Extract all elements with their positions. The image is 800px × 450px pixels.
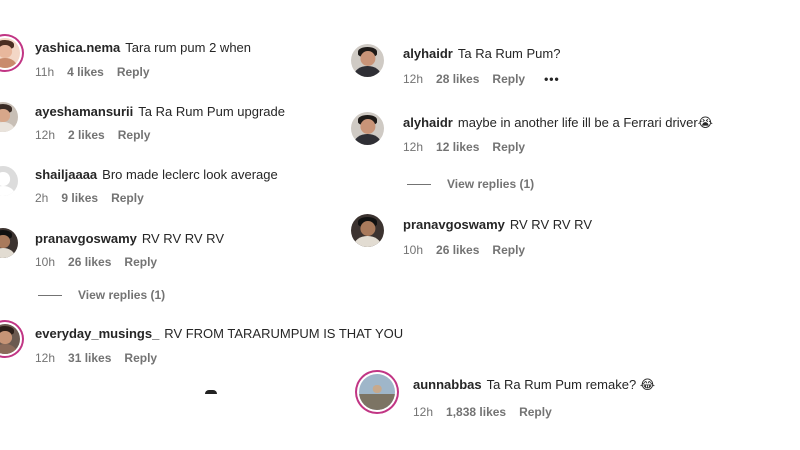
divider <box>38 295 62 297</box>
likes-count[interactable]: 28 likes <box>436 72 479 86</box>
comment-text: Ta Ra Rum Pum? <box>457 46 561 61</box>
reply-button[interactable]: Reply <box>519 405 552 419</box>
comment-text: Bro made leclerc look average <box>102 167 278 182</box>
comment-text: Ta Ra Rum Pum remake? <box>486 377 637 392</box>
likes-count[interactable]: 4 likes <box>67 65 104 79</box>
reply-button[interactable]: Reply <box>492 243 525 257</box>
view-replies-button[interactable]: View replies (1) <box>407 177 534 191</box>
avatar[interactable] <box>0 324 20 354</box>
comment-text: maybe in another life ill be a Ferrari d… <box>457 115 698 130</box>
reply-button[interactable]: Reply <box>492 140 525 154</box>
likes-count[interactable]: 26 likes <box>68 255 111 269</box>
view-replies-button[interactable]: View replies (1) <box>38 288 165 302</box>
more-options-icon[interactable]: ••• <box>544 72 560 86</box>
comment-text: RV RV RV RV <box>509 217 593 232</box>
view-replies-label: View replies (1) <box>447 177 535 191</box>
username[interactable]: alyhaidr <box>403 46 453 61</box>
comment-text: Tara rum pum 2 when <box>125 40 252 55</box>
comment-text: Ta Ra Rum Pum upgrade <box>138 104 285 119</box>
comment-text: RV RV RV RV <box>141 231 225 246</box>
cursor-fragment <box>205 390 217 394</box>
reply-button[interactable]: Reply <box>117 65 150 79</box>
timestamp: 11h <box>35 65 55 79</box>
crying-face-emoji: 😭 <box>697 116 713 131</box>
likes-count[interactable]: 9 likes <box>61 191 98 205</box>
username[interactable]: alyhaidr <box>403 115 453 130</box>
timestamp: 2h <box>35 191 49 205</box>
comment-text: RV FROM TARARUMPUM IS THAT YOU <box>164 326 404 341</box>
reply-button[interactable]: Reply <box>124 255 157 269</box>
avatar[interactable] <box>351 44 384 77</box>
reply-button[interactable]: Reply <box>111 191 144 205</box>
username[interactable]: pranavgoswamy <box>35 231 137 246</box>
username[interactable]: pranavgoswamy <box>403 217 505 232</box>
username[interactable]: yashica.nema <box>35 40 120 55</box>
view-replies-label: View replies (1) <box>78 288 166 302</box>
likes-count[interactable]: 1,838 likes <box>446 405 506 419</box>
likes-count[interactable]: 12 likes <box>436 140 479 154</box>
username[interactable]: aunnabbas <box>413 377 482 392</box>
username[interactable]: ayeshamansurii <box>35 104 133 119</box>
avatar[interactable] <box>0 166 18 196</box>
timestamp: 12h <box>403 140 424 154</box>
likes-count[interactable]: 26 likes <box>436 243 479 257</box>
avatar[interactable] <box>0 102 18 132</box>
reply-button[interactable]: Reply <box>118 128 151 142</box>
avatar[interactable] <box>351 112 384 145</box>
username[interactable]: shailjaaaa <box>35 167 97 182</box>
reply-button[interactable]: Reply <box>492 72 525 86</box>
likes-count[interactable]: 2 likes <box>68 128 105 142</box>
timestamp: 10h <box>403 243 424 257</box>
reply-button[interactable]: Reply <box>124 351 157 365</box>
timestamp: 10h <box>35 255 56 269</box>
timestamp: 12h <box>35 128 56 142</box>
timestamp: 12h <box>35 351 56 365</box>
avatar[interactable] <box>359 374 395 410</box>
avatar[interactable] <box>0 228 18 258</box>
divider <box>407 184 431 186</box>
laughing-face-emoji: 😂 <box>639 378 656 393</box>
avatar[interactable] <box>0 38 20 68</box>
username[interactable]: everyday_musings_ <box>35 326 159 341</box>
timestamp: 12h <box>403 72 424 86</box>
timestamp: 12h <box>413 405 434 419</box>
avatar[interactable] <box>351 214 384 247</box>
likes-count[interactable]: 31 likes <box>68 351 111 365</box>
